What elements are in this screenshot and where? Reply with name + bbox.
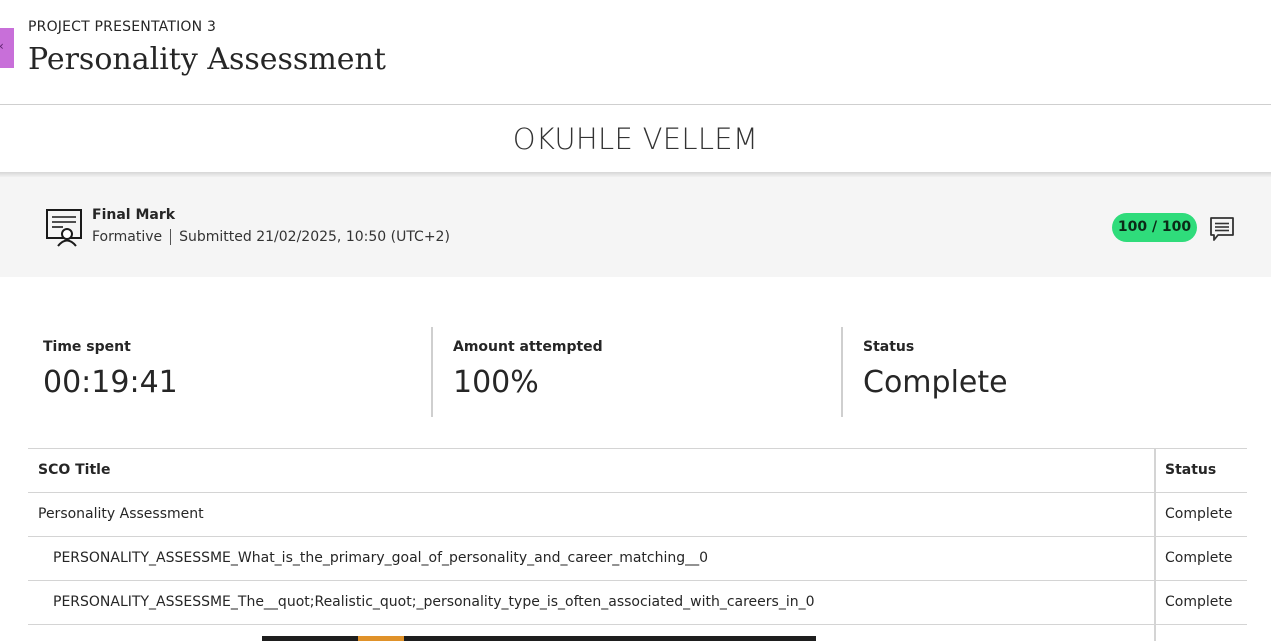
student-name: OKUHLE VELLEM [512, 122, 759, 156]
table-row: PERSONALITY_ASSESSME_What_is_the_primary… [28, 537, 1247, 581]
sco-status: Complete [1165, 550, 1233, 566]
separator [170, 229, 172, 245]
amount-attempted-label: Amount attempted [453, 339, 603, 355]
bottom-overlay-accent [358, 636, 404, 641]
status-value: Complete [863, 365, 1008, 400]
header-divider [0, 104, 1271, 105]
sco-title: Personality Assessment [38, 506, 204, 522]
sco-title: PERSONALITY_ASSESSME_What_is_the_primary… [53, 550, 709, 566]
stat-divider [431, 327, 433, 417]
final-mark-panel [0, 177, 1271, 277]
score-badge[interactable]: 100 / 100 [1112, 213, 1197, 242]
back-button[interactable]: ‹ [0, 28, 14, 68]
chevron-left-icon: ‹ [0, 39, 4, 53]
time-spent-stat: Time spent 00:19:41 [43, 327, 413, 417]
time-spent-label: Time spent [43, 339, 131, 355]
page-title: Personality Assessment [28, 42, 386, 77]
column-header-sco-title: SCO Title [38, 462, 111, 478]
table-row: Personality Assessment Complete [28, 493, 1247, 537]
mark-type: Formative [92, 229, 163, 245]
bottom-overlay-bar [262, 636, 816, 641]
course-name: PROJECT PRESENTATION 3 [28, 19, 217, 35]
submission-info: Formative Submitted 21/02/2025, 10:50 (UT… [92, 229, 450, 245]
status-label: Status [863, 339, 915, 355]
submitted-date: Submitted 21/02/2025, 10:50 (UTC+2) [179, 229, 450, 245]
status-stat: Status Complete [863, 327, 1233, 417]
sco-status: Complete [1165, 594, 1233, 610]
certificate-icon [46, 209, 82, 247]
final-mark-label: Final Mark [92, 207, 176, 223]
amount-attempted-value: 100% [453, 365, 539, 400]
column-header-status: Status [1165, 462, 1217, 478]
table-row: PERSONALITY_ASSESSME_The__quot;Realistic… [28, 581, 1247, 625]
sco-status: Complete [1165, 506, 1233, 522]
column-divider [1154, 448, 1156, 641]
table-header-row: SCO Title Status [28, 449, 1247, 493]
sco-title: PERSONALITY_ASSESSME_The__quot;Realistic… [53, 594, 815, 610]
amount-attempted-stat: Amount attempted 100% [453, 327, 823, 417]
stat-divider [841, 327, 843, 417]
sco-table: SCO Title Status Personality Assessment … [28, 448, 1247, 625]
time-spent-value: 00:19:41 [43, 365, 178, 400]
comment-icon[interactable] [1209, 216, 1235, 242]
